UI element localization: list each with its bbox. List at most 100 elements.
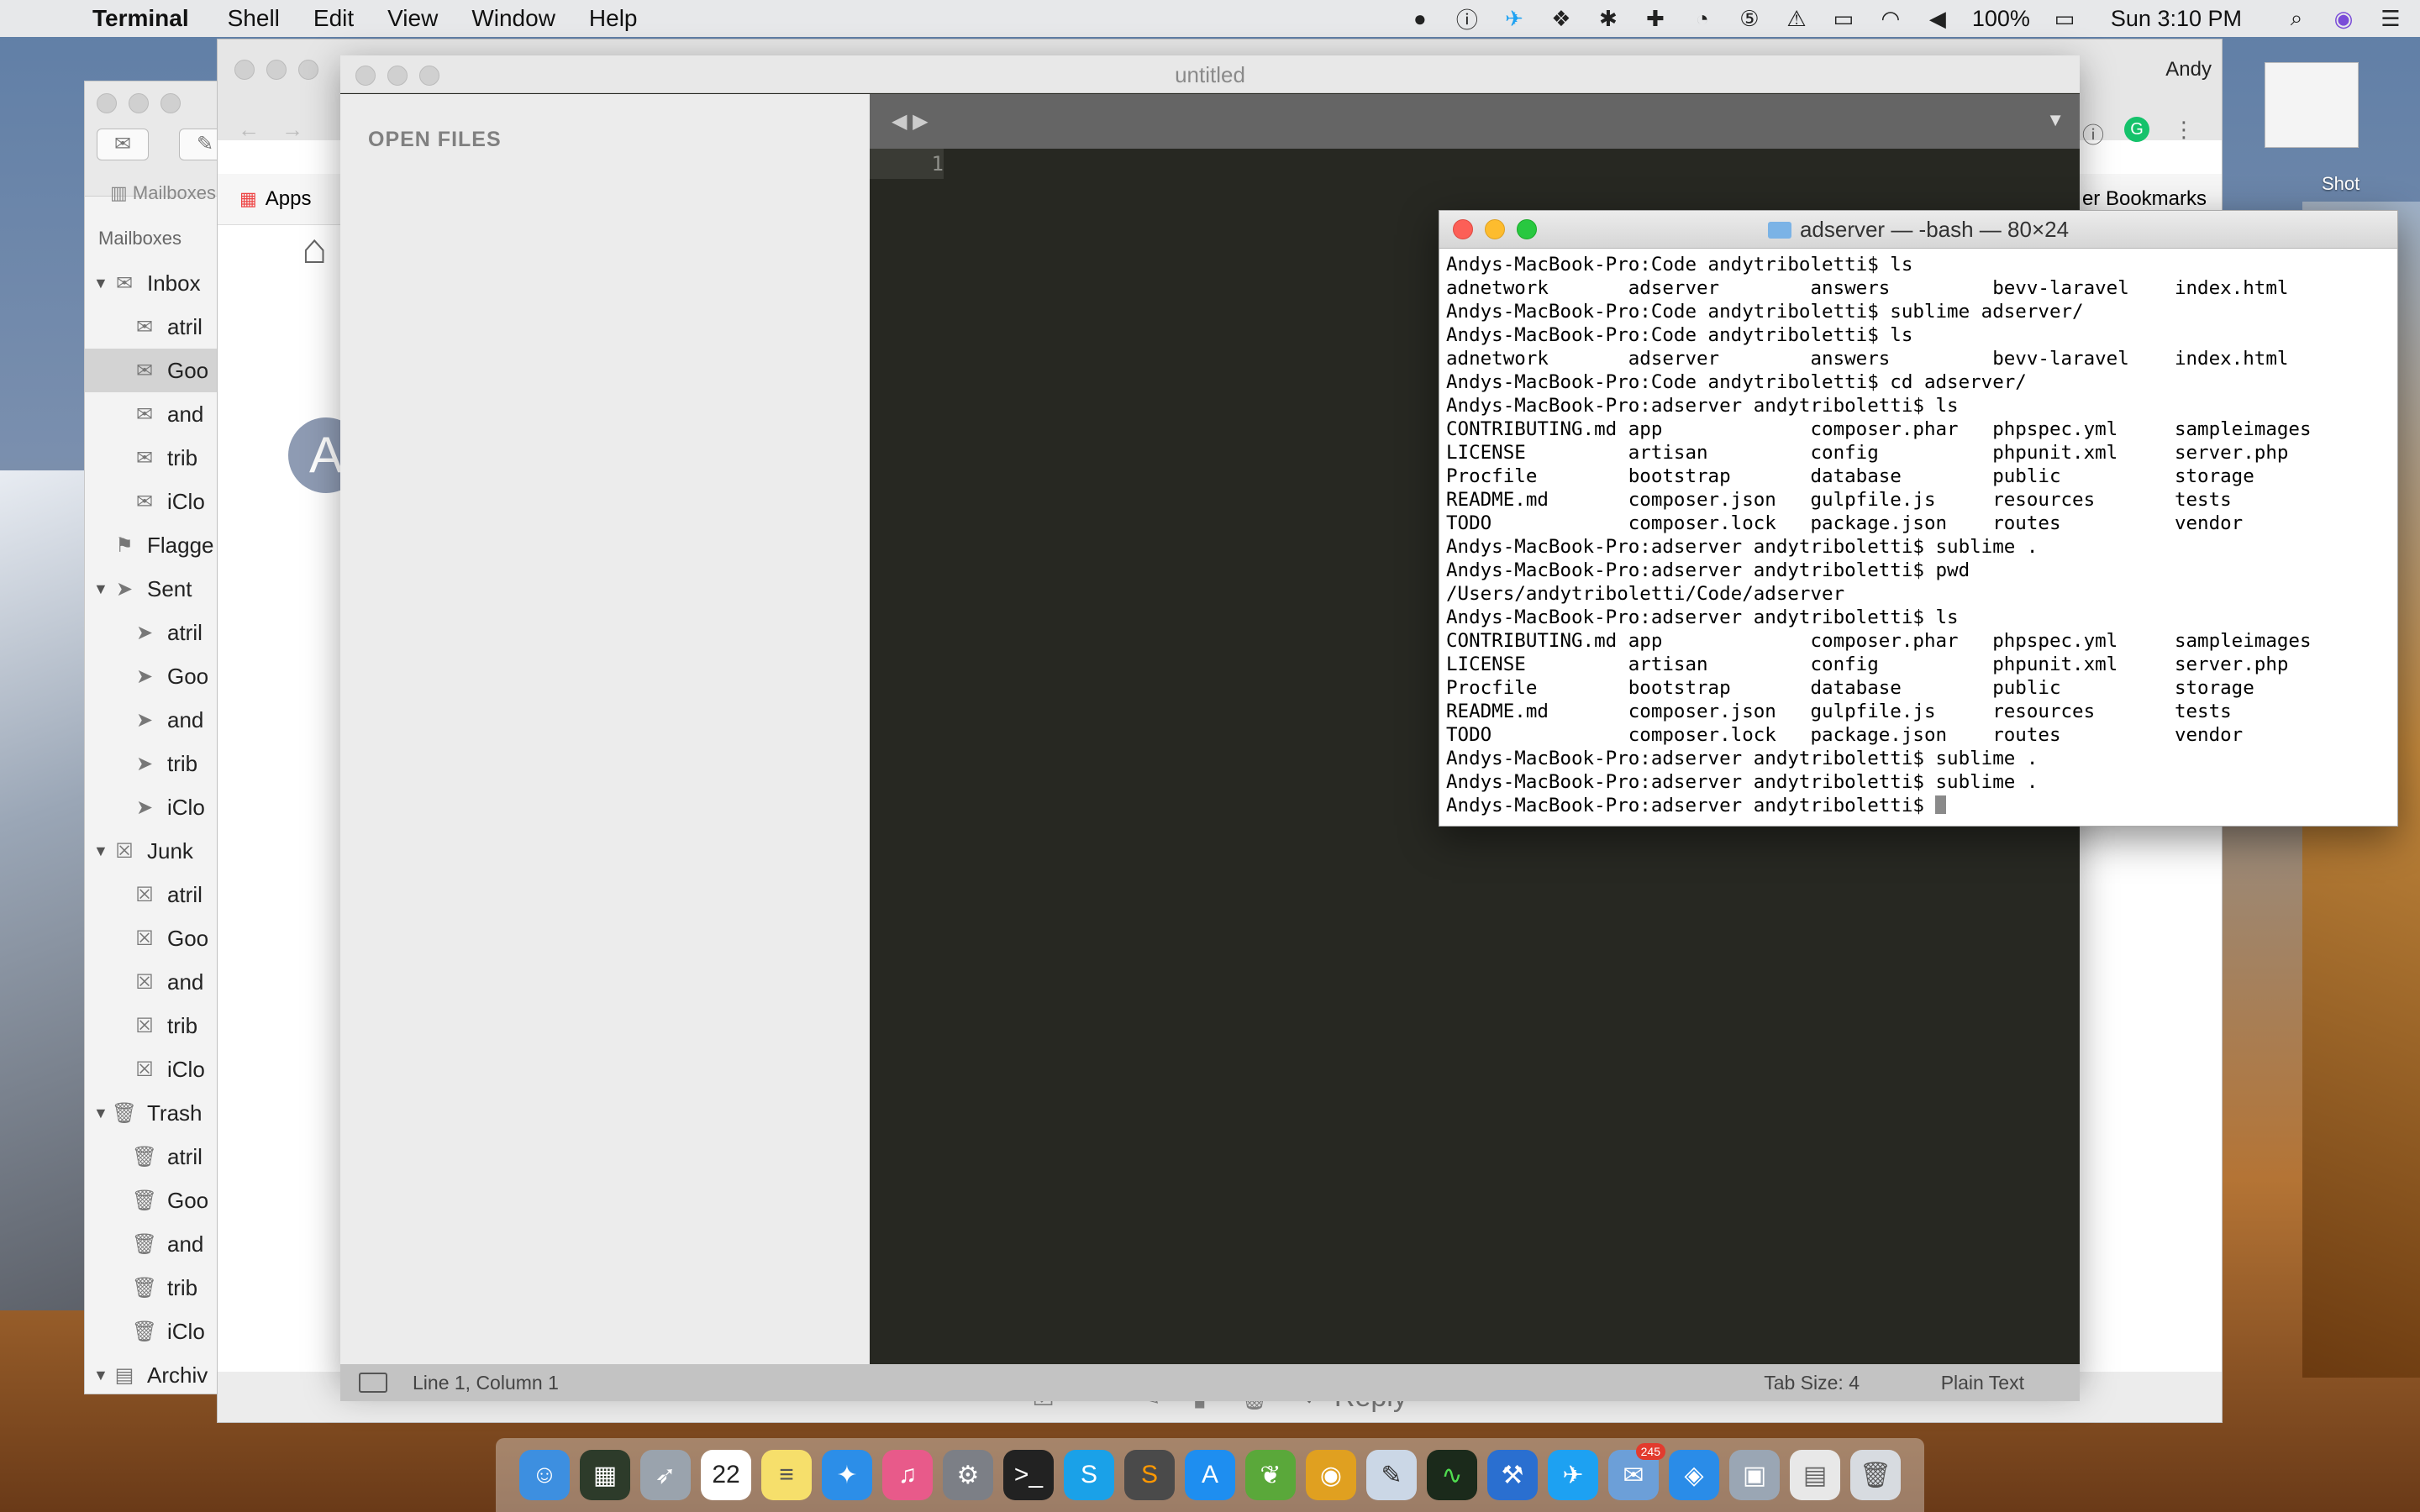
- dropbox-icon[interactable]: ❖: [1549, 6, 1574, 31]
- minimize-button[interactable]: [266, 60, 287, 80]
- profile-name[interactable]: Andy: [2165, 58, 2212, 81]
- dashboard-icon[interactable]: ▦: [580, 1450, 630, 1500]
- desktop-file-thumbnail[interactable]: [2265, 62, 2359, 148]
- trash-icon[interactable]: 🗑: [1850, 1450, 1901, 1500]
- grammarly-icon[interactable]: G: [2124, 117, 2149, 142]
- onepassword-extension-icon[interactable]: ⓘ: [2082, 118, 2104, 150]
- five-icon[interactable]: ⑤: [1737, 6, 1762, 31]
- menu-view[interactable]: View: [387, 5, 438, 32]
- disclosure-triangle-icon[interactable]: ▼: [93, 1105, 110, 1122]
- mail-icon[interactable]: ✉ 245: [1608, 1443, 1665, 1500]
- mailbox-icon: ➤: [135, 664, 154, 688]
- sublime-icon[interactable]: S: [1124, 1450, 1175, 1500]
- close-button[interactable]: [1453, 219, 1473, 239]
- safari-icon[interactable]: ✦: [822, 1450, 872, 1500]
- archive-icon[interactable]: ▤: [1790, 1450, 1840, 1500]
- other-bookmarks[interactable]: er Bookmarks: [2082, 187, 2207, 211]
- preview-icon[interactable]: ✎: [1366, 1450, 1417, 1500]
- close-button[interactable]: [234, 60, 255, 80]
- twitter-icon[interactable]: ✈: [1548, 1450, 1598, 1500]
- onepassword-icon[interactable]: ⓘ: [1455, 6, 1480, 33]
- desktop-file-label[interactable]: Shot: [2322, 173, 2360, 195]
- apps-grid-icon[interactable]: ▦: [239, 188, 257, 210]
- airplay-icon[interactable]: ▭: [1831, 6, 1856, 31]
- panel-toggle-icon[interactable]: [359, 1373, 387, 1393]
- mailboxes-toggle[interactable]: ▥ Mailboxes: [110, 182, 216, 204]
- mailbox-icon: ➤: [135, 708, 154, 732]
- home-icon[interactable]: ⌂: [302, 224, 327, 273]
- spotlight-search-icon[interactable]: ⌕: [2284, 5, 2309, 31]
- minimize-button[interactable]: [129, 93, 149, 113]
- image-capture-icon[interactable]: ▣: [1729, 1450, 1780, 1500]
- menu-app-name[interactable]: Terminal: [92, 5, 189, 32]
- rss-icon[interactable]: ◔: [1690, 6, 1715, 31]
- disclosure-triangle-icon[interactable]: ▼: [93, 843, 110, 860]
- menu-shell[interactable]: Shell: [228, 5, 280, 32]
- speech-bubble-icon[interactable]: ●: [1407, 6, 1433, 31]
- menu-window[interactable]: Window: [471, 5, 555, 32]
- menu-edit[interactable]: Edit: [313, 5, 354, 32]
- mailbox-icon: 🗑: [131, 1189, 158, 1212]
- launchpad-icon[interactable]: ➶: [640, 1450, 691, 1500]
- notification-center-icon[interactable]: ☰: [2378, 6, 2403, 31]
- system-preferences-icon[interactable]: ⚙: [943, 1450, 993, 1500]
- minimize-button[interactable]: [1485, 219, 1505, 239]
- terminal-output[interactable]: Andys-MacBook-Pro:Code andytriboletti$ l…: [1446, 253, 2389, 817]
- close-button[interactable]: [97, 93, 117, 113]
- stats-warning-icon[interactable]: ⚠: [1784, 6, 1809, 31]
- tools-icon[interactable]: ✱: [1596, 6, 1621, 31]
- notes-icon[interactable]: ≡: [761, 1450, 812, 1500]
- disclosure-triangle-icon[interactable]: ▼: [93, 275, 110, 292]
- avatar-letter: A: [308, 427, 344, 483]
- back-icon[interactable]: ←: [238, 117, 260, 143]
- forward-icon[interactable]: →: [281, 117, 303, 143]
- leaf-icon[interactable]: ❦: [1245, 1450, 1296, 1500]
- volume-icon[interactable]: ◀: [1925, 6, 1950, 31]
- terminal-line-text: Procfile bootstrap database public stora…: [1446, 465, 2254, 487]
- mailbox-icon: ☒: [115, 839, 134, 863]
- twitter-status-icon[interactable]: ✈: [1502, 6, 1527, 31]
- tab-dropdown-icon[interactable]: ▼: [2046, 109, 2065, 131]
- plus-icon[interactable]: ✚: [1643, 6, 1668, 31]
- terminal-line-text: Andys-MacBook-Pro:adserver andytribolett…: [1446, 771, 2039, 793]
- siri-icon[interactable]: ◉: [2331, 6, 2356, 31]
- terminal-line: Andys-MacBook-Pro:adserver andytribolett…: [1446, 394, 2389, 417]
- disclosure-triangle-icon[interactable]: ▼: [93, 580, 110, 598]
- xcode-icon[interactable]: ⚒: [1487, 1450, 1538, 1500]
- tab-nav-arrows-icon[interactable]: ◀ ▶: [892, 109, 929, 134]
- zoom-button[interactable]: [1517, 219, 1537, 239]
- mail-window-controls: [97, 93, 181, 113]
- activity-monitor-icon[interactable]: ∿: [1427, 1450, 1477, 1500]
- zoom-button[interactable]: [160, 93, 181, 113]
- terminal-icon[interactable]: >_: [1003, 1450, 1054, 1500]
- calendar-icon[interactable]: 22: [701, 1450, 751, 1500]
- terminal-line-text: Procfile bootstrap database public stora…: [1446, 677, 2254, 699]
- app-store-icon[interactable]: A: [1185, 1450, 1235, 1500]
- close-button[interactable]: [355, 66, 376, 86]
- chrome-menu-icon[interactable]: ⋮: [2173, 117, 2195, 143]
- terminal-line-text: Andys-MacBook-Pro:Code andytriboletti$ s…: [1446, 301, 2084, 323]
- clock[interactable]: Sun 3:10 PM: [2111, 6, 2242, 32]
- wifi-icon[interactable]: ◠: [1878, 6, 1903, 31]
- bookmark-apps[interactable]: Apps: [266, 187, 312, 211]
- finder-icon[interactable]: ☺: [519, 1450, 570, 1500]
- chrome-icon[interactable]: ◉: [1306, 1450, 1356, 1500]
- disclosure-triangle-icon[interactable]: ▼: [93, 1367, 110, 1384]
- get-mail-icon[interactable]: ✉: [97, 129, 149, 160]
- chrome-window-controls: [234, 60, 318, 80]
- battery-icon[interactable]: ▭: [2052, 6, 2077, 31]
- mailbox-icon: ☒: [135, 1014, 154, 1037]
- menu-help[interactable]: Help: [589, 5, 638, 32]
- zoom-button[interactable]: [298, 60, 318, 80]
- minimize-button[interactable]: [387, 66, 408, 86]
- syntax-mode[interactable]: Plain Text: [1941, 1372, 2024, 1394]
- skype-icon[interactable]: S: [1064, 1450, 1114, 1500]
- mailbox-label: atril: [167, 1143, 203, 1169]
- tab-size[interactable]: Tab Size: 4: [1764, 1372, 1860, 1394]
- maps-icon[interactable]: ◈: [1669, 1450, 1719, 1500]
- terminal-line-text: adnetwork adserver answers bevv-laravel …: [1446, 348, 2289, 370]
- zoom-button[interactable]: [419, 66, 439, 86]
- battery-percent[interactable]: 100%: [1972, 6, 2030, 32]
- itunes-icon[interactable]: ♫: [882, 1450, 933, 1500]
- mailbox-label: Flagge: [147, 532, 214, 558]
